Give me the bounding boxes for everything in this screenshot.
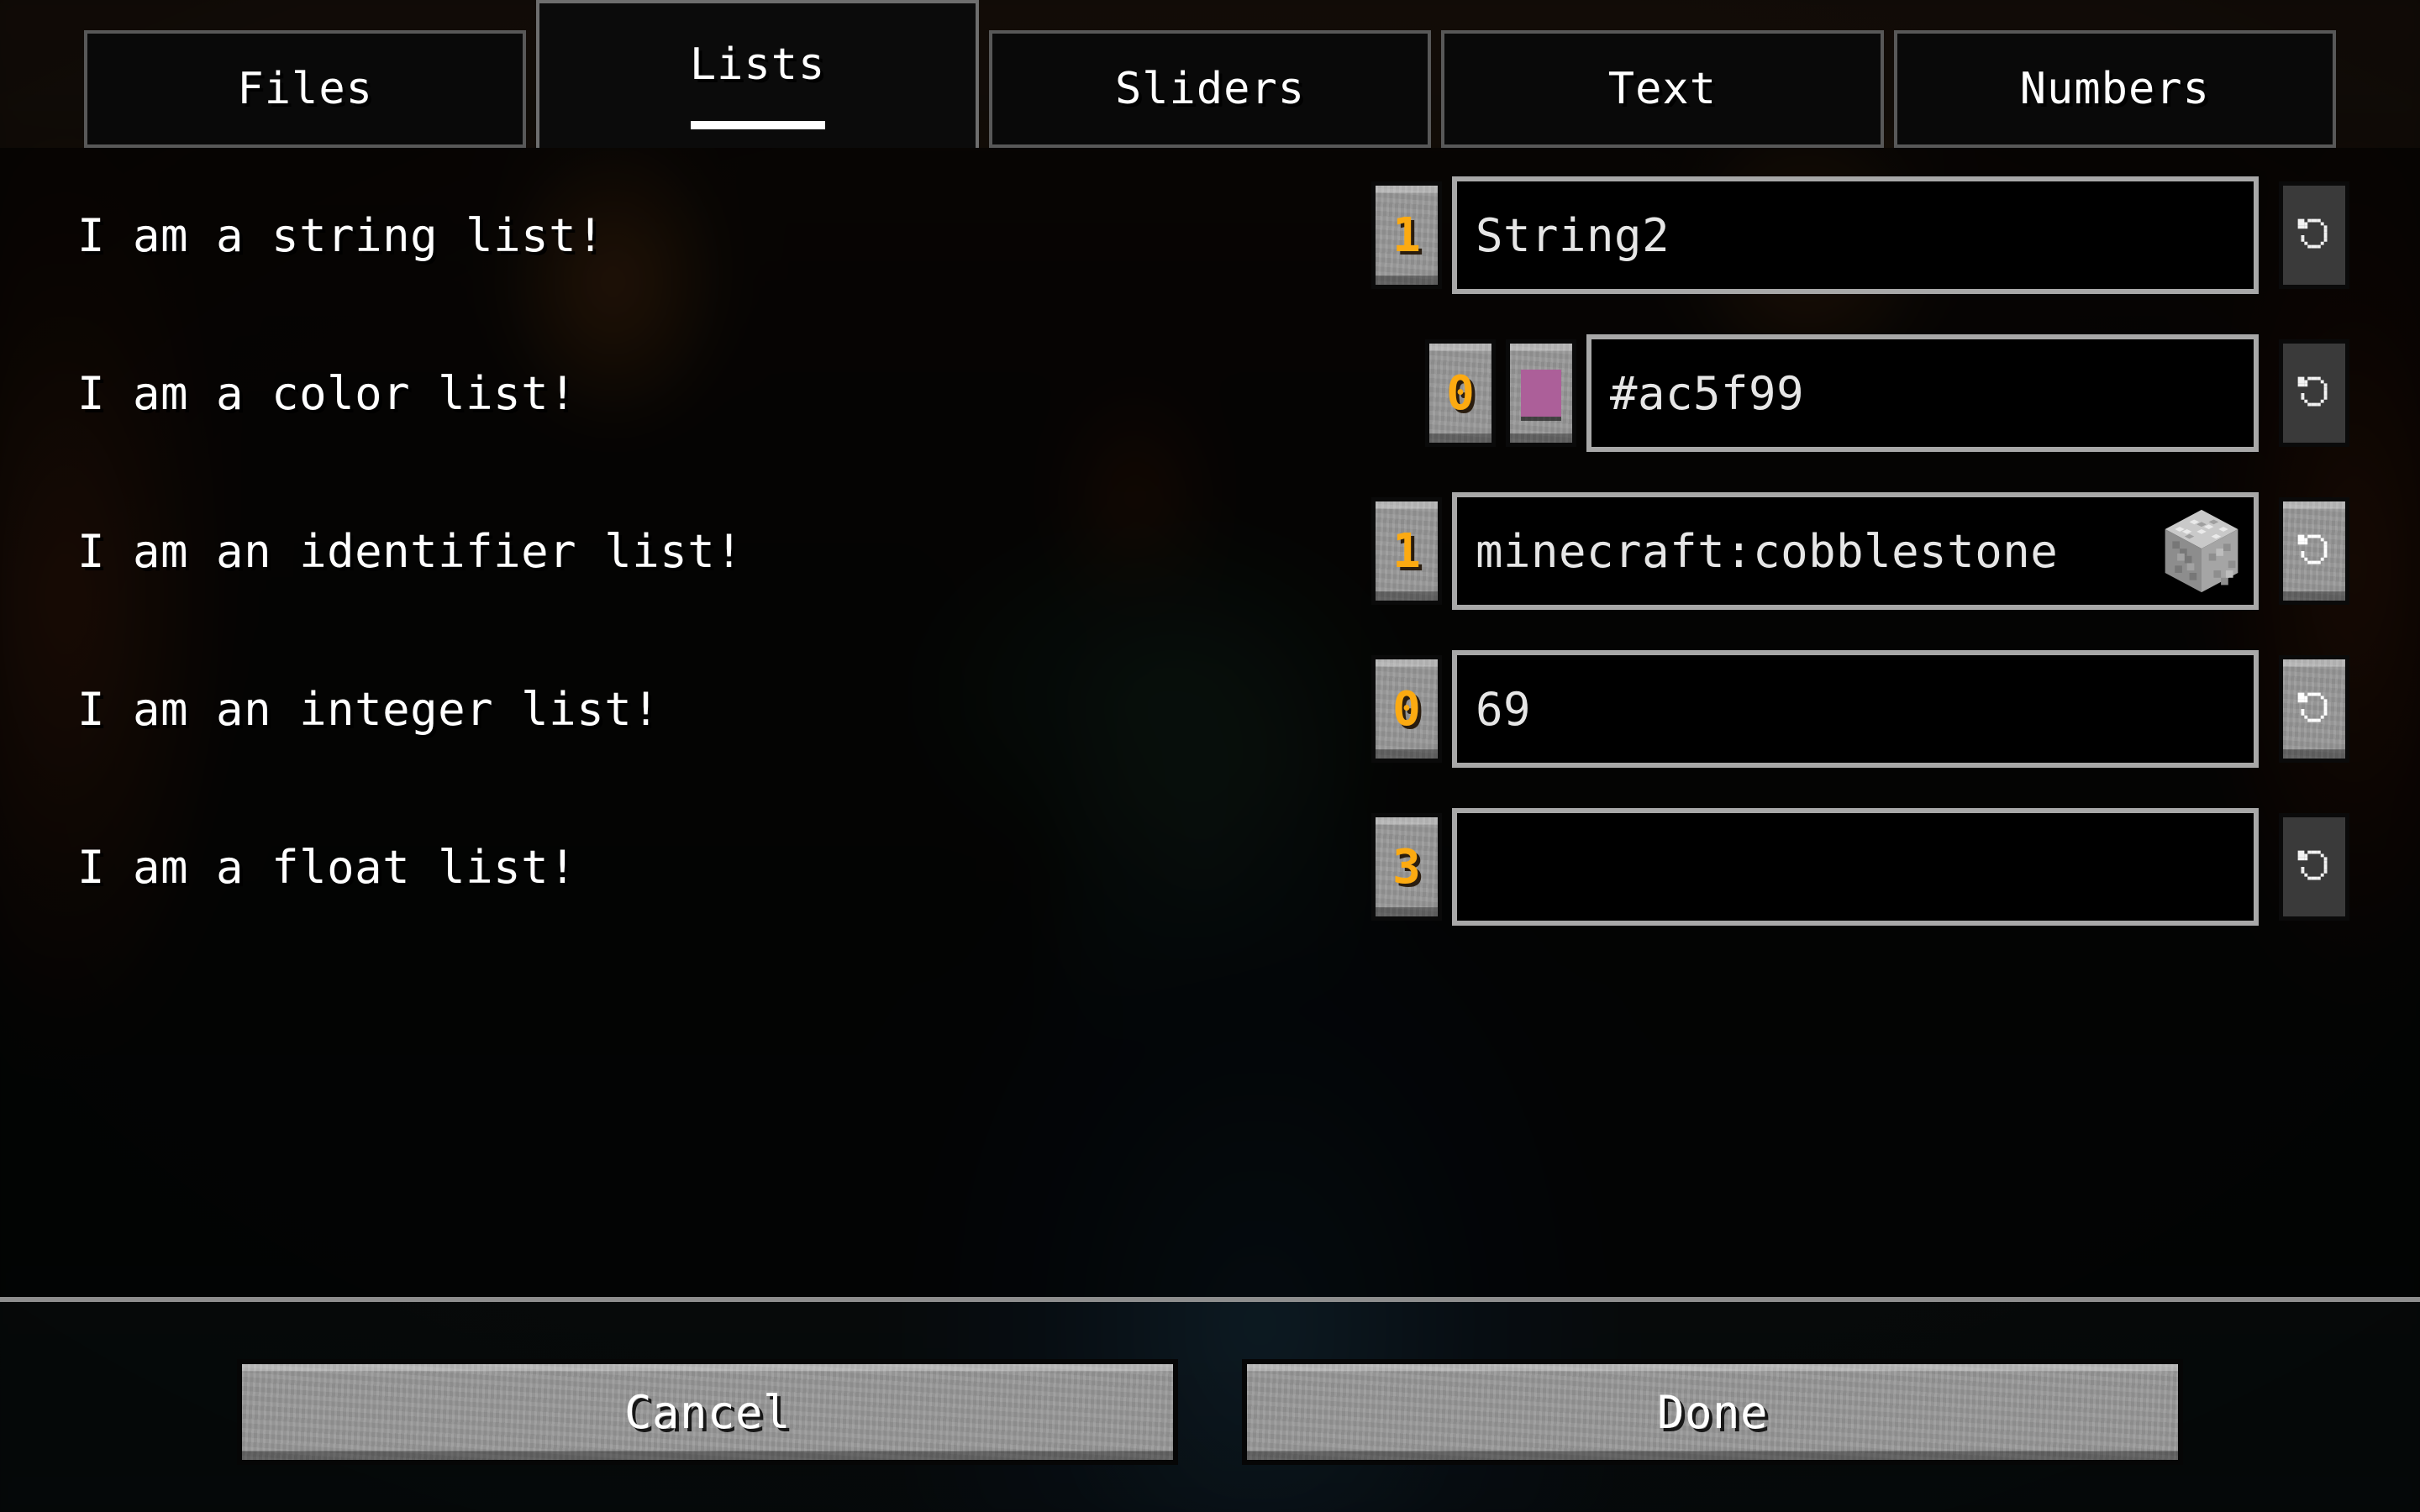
list-index-button[interactable]: 0: [1425, 339, 1496, 447]
option-label: I am a color list!: [77, 366, 577, 420]
option-controls: 1 String2: [1371, 176, 2349, 294]
value-text: minecraft:cobblestone: [1476, 524, 2059, 578]
reset-arrow-icon: [2297, 850, 2328, 880]
reset-arrow-icon: [2297, 218, 2328, 249]
list-index-button[interactable]: 1: [1371, 181, 1442, 289]
done-button-label: Done: [1656, 1385, 1769, 1439]
value-input[interactable]: String2: [1452, 176, 2259, 294]
reset-arrow-icon: [2297, 534, 2328, 564]
tab-sliders[interactable]: Sliders: [988, 30, 1432, 148]
reset-button: [2279, 813, 2349, 921]
option-controls: 1 minecraft:cobblestone: [1371, 492, 2349, 610]
option-label: I am a float list!: [77, 840, 577, 894]
reset-arrow-icon: [2297, 692, 2328, 722]
option-label: I am an integer list!: [77, 682, 660, 736]
list-index-value: 0: [1446, 365, 1475, 421]
option-label: I am a string list!: [77, 208, 605, 262]
option-controls: 0 69: [1371, 650, 2349, 768]
done-button[interactable]: Done: [1242, 1359, 2183, 1465]
option-label: I am an identifier list!: [77, 524, 744, 578]
tab-label: Text: [1607, 64, 1718, 114]
color-swatch-button[interactable]: [1506, 339, 1576, 447]
list-index-value: 1: [1392, 523, 1421, 579]
tab-files[interactable]: Files: [84, 30, 527, 148]
option-row: I am a color list! 0 #ac5f99: [71, 314, 2349, 472]
option-list: I am a string list! 1 String2 I am a color …: [0, 156, 2420, 946]
footer-bar: Cancel Done: [0, 1341, 2420, 1483]
tab-text[interactable]: Text: [1441, 30, 1884, 148]
option-controls: 0 #ac5f99: [1425, 334, 2349, 452]
tab-bar: Files Lists Sliders Text Numbers: [0, 0, 2420, 148]
reset-button: [2279, 181, 2349, 289]
color-swatch: [1521, 370, 1561, 417]
reset-button[interactable]: [2279, 497, 2349, 605]
value-text: String2: [1476, 208, 1670, 262]
tab-numbers[interactable]: Numbers: [1893, 30, 2337, 148]
tab-label: Lists: [689, 39, 826, 90]
value-input[interactable]: #ac5f99: [1586, 334, 2259, 452]
tab-label: Numbers: [2019, 64, 2210, 114]
value-text: #ac5f99: [1610, 366, 1805, 420]
cancel-button-label: Cancel: [623, 1385, 792, 1439]
value-input[interactable]: minecraft:cobblestone: [1452, 492, 2259, 610]
option-controls: 3: [1371, 808, 2349, 926]
list-index-value: 0: [1392, 681, 1421, 737]
list-index-button[interactable]: 1: [1371, 497, 1442, 605]
value-text: 69: [1476, 682, 1532, 736]
active-tab-underline: [690, 121, 825, 129]
list-index-value: 3: [1392, 839, 1421, 895]
cobblestone-block-icon: [2165, 509, 2238, 593]
cancel-button[interactable]: Cancel: [237, 1359, 1178, 1465]
reset-button: [2279, 339, 2349, 447]
footer-divider: [0, 1297, 2420, 1302]
reset-button[interactable]: [2279, 655, 2349, 763]
tab-label: Files: [237, 64, 373, 114]
list-index-button[interactable]: 0: [1371, 655, 1442, 763]
option-row: I am an integer list! 0 69: [71, 630, 2349, 788]
tab-label: Sliders: [1114, 64, 1306, 114]
option-row: I am a string list! 1 String2: [71, 156, 2349, 314]
reset-arrow-icon: [2297, 376, 2328, 407]
list-index-value: 1: [1392, 207, 1421, 263]
option-row: I am a float list! 3: [71, 788, 2349, 946]
tab-lists[interactable]: Lists: [536, 0, 979, 148]
option-row: I am an identifier list! 1 minecraft:cobbl…: [71, 472, 2349, 630]
value-input[interactable]: 69: [1452, 650, 2259, 768]
value-input[interactable]: [1452, 808, 2259, 926]
list-index-button[interactable]: 3: [1371, 813, 1442, 921]
